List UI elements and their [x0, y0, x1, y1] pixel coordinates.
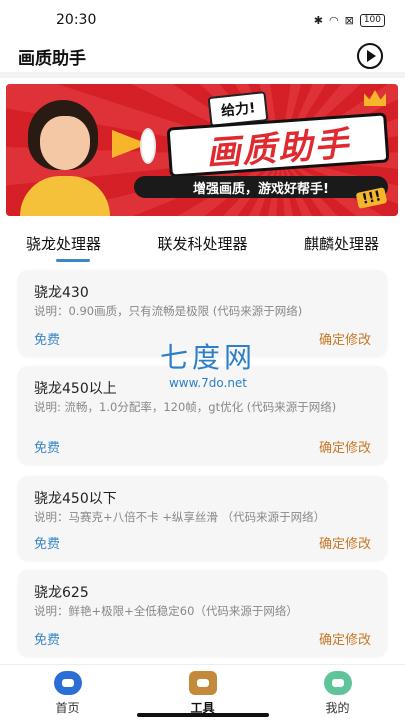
- card-description: 说明：鲜艳+极限+全低稳定60（代码来源于网络）: [34, 604, 298, 618]
- card-description: 说明：0.90画质，只有流畅是极限 (代码来源于网络): [34, 304, 303, 318]
- list-item[interactable]: 骁龙430 说明：0.90画质，只有流畅是极限 (代码来源于网络) 免费 确定修…: [18, 270, 387, 356]
- nav-mine-label: 我的: [325, 701, 350, 715]
- list-item[interactable]: 骁龙450以上 说明: 流畅，1.0分配率，120帧，gt优化 (代码来源于网络…: [18, 366, 387, 464]
- tab-mediatek[interactable]: 联发科处理器: [157, 228, 247, 274]
- status-icons: ✱ ◠ ⊠ 100: [313, 13, 385, 27]
- toolbox-icon: [188, 671, 217, 695]
- active-tab-indicator: [56, 259, 90, 262]
- status-bar: 20:30 ✱ ◠ ⊠ 100: [0, 0, 405, 40]
- play-icon[interactable]: [357, 43, 383, 69]
- sim-icon: ⊠: [344, 13, 354, 27]
- tab-snapdragon[interactable]: 骁龙处理器: [26, 228, 101, 274]
- confirm-modify-button[interactable]: 确定修改: [319, 437, 371, 456]
- list-item[interactable]: 骁龙450以下 说明：马赛克+八倍不卡 +纵享丝滑 （代码来源于网络） 免费 确…: [18, 476, 387, 560]
- card-description: 说明: 流畅，1.0分配率，120帧，gt优化 (代码来源于网络): [34, 400, 337, 414]
- price-label: 免费: [34, 537, 61, 552]
- page-title: 画质助手: [18, 48, 86, 69]
- bluetooth-icon: ✱: [313, 13, 323, 27]
- confirm-modify-button[interactable]: 确定修改: [319, 329, 371, 348]
- confirm-modify-button[interactable]: 确定修改: [319, 629, 371, 648]
- tab-kirin[interactable]: 麒麟处理器: [304, 228, 379, 274]
- price-label: 免费: [34, 633, 61, 648]
- user-icon: [323, 671, 352, 695]
- person-body: [20, 176, 110, 216]
- confirm-modify-button[interactable]: 确定修改: [319, 533, 371, 552]
- bottom-nav: 首页 工具 我的: [0, 664, 405, 720]
- app-bar: 画质助手: [0, 40, 405, 72]
- price-label: 免费: [34, 441, 61, 456]
- wifi-icon: ◠: [328, 13, 339, 27]
- nav-home-label: 首页: [55, 701, 80, 715]
- nav-mine[interactable]: 我的: [298, 671, 378, 716]
- banner-subtitle: 增强画质，游戏好帮手!: [134, 176, 388, 198]
- home-indicator[interactable]: [137, 713, 269, 717]
- person-face: [40, 116, 90, 170]
- main-content: 给力! 画质助手 增强画质，游戏好帮手! !!! 骁龙处理器 联发科处理器 麒麟…: [0, 78, 405, 664]
- price-label: 免费: [34, 333, 61, 348]
- list-item[interactable]: 骁龙625 说明：鲜艳+极限+全低稳定60（代码来源于网络） 免费 确定修改: [18, 570, 387, 656]
- battery-icon: 100: [359, 13, 385, 27]
- status-time: 20:30: [56, 12, 97, 28]
- promo-banner[interactable]: 给力! 画质助手 增强画质，游戏好帮手! !!!: [6, 84, 398, 216]
- banner-person-illustration: [20, 98, 110, 216]
- processor-tabs: 骁龙处理器 联发科处理器 麒麟处理器: [0, 228, 405, 274]
- nav-home[interactable]: 首页: [28, 671, 108, 716]
- megaphone-icon: [106, 124, 156, 164]
- card-title: 骁龙450以上: [34, 381, 117, 397]
- card-title: 骁龙450以下: [34, 491, 117, 507]
- gamepad-icon: [53, 671, 82, 695]
- card-title: 骁龙430: [34, 285, 89, 301]
- card-description: 说明：马赛克+八倍不卡 +纵享丝滑 （代码来源于网络）: [34, 510, 326, 524]
- card-title: 骁龙625: [34, 585, 89, 601]
- nav-tools[interactable]: 工具: [163, 671, 243, 716]
